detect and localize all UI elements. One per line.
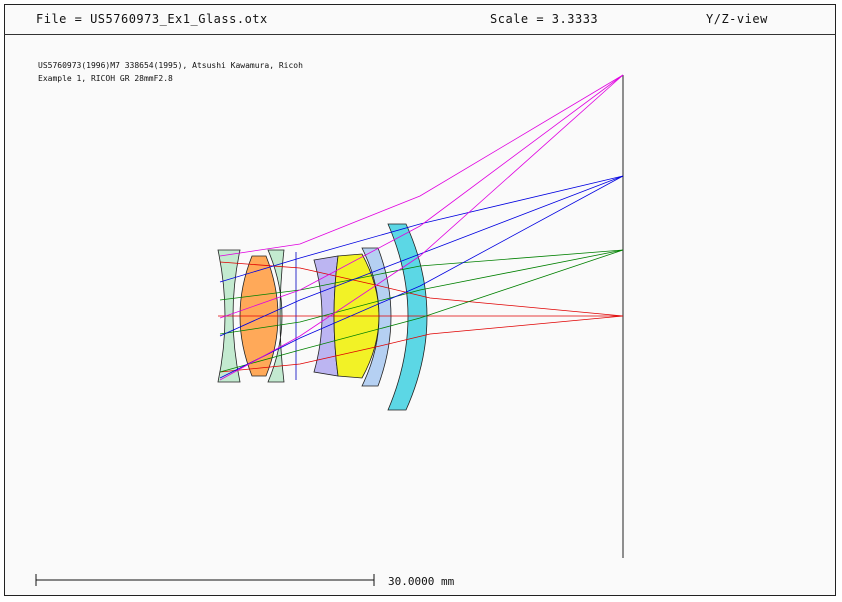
scale-bar [35,574,375,586]
lens-diagram [35,74,624,586]
ray-field3-upper [219,74,624,257]
scale-bar-label: 30.0000 mm [388,575,455,588]
lens-element-7 [387,223,428,411]
